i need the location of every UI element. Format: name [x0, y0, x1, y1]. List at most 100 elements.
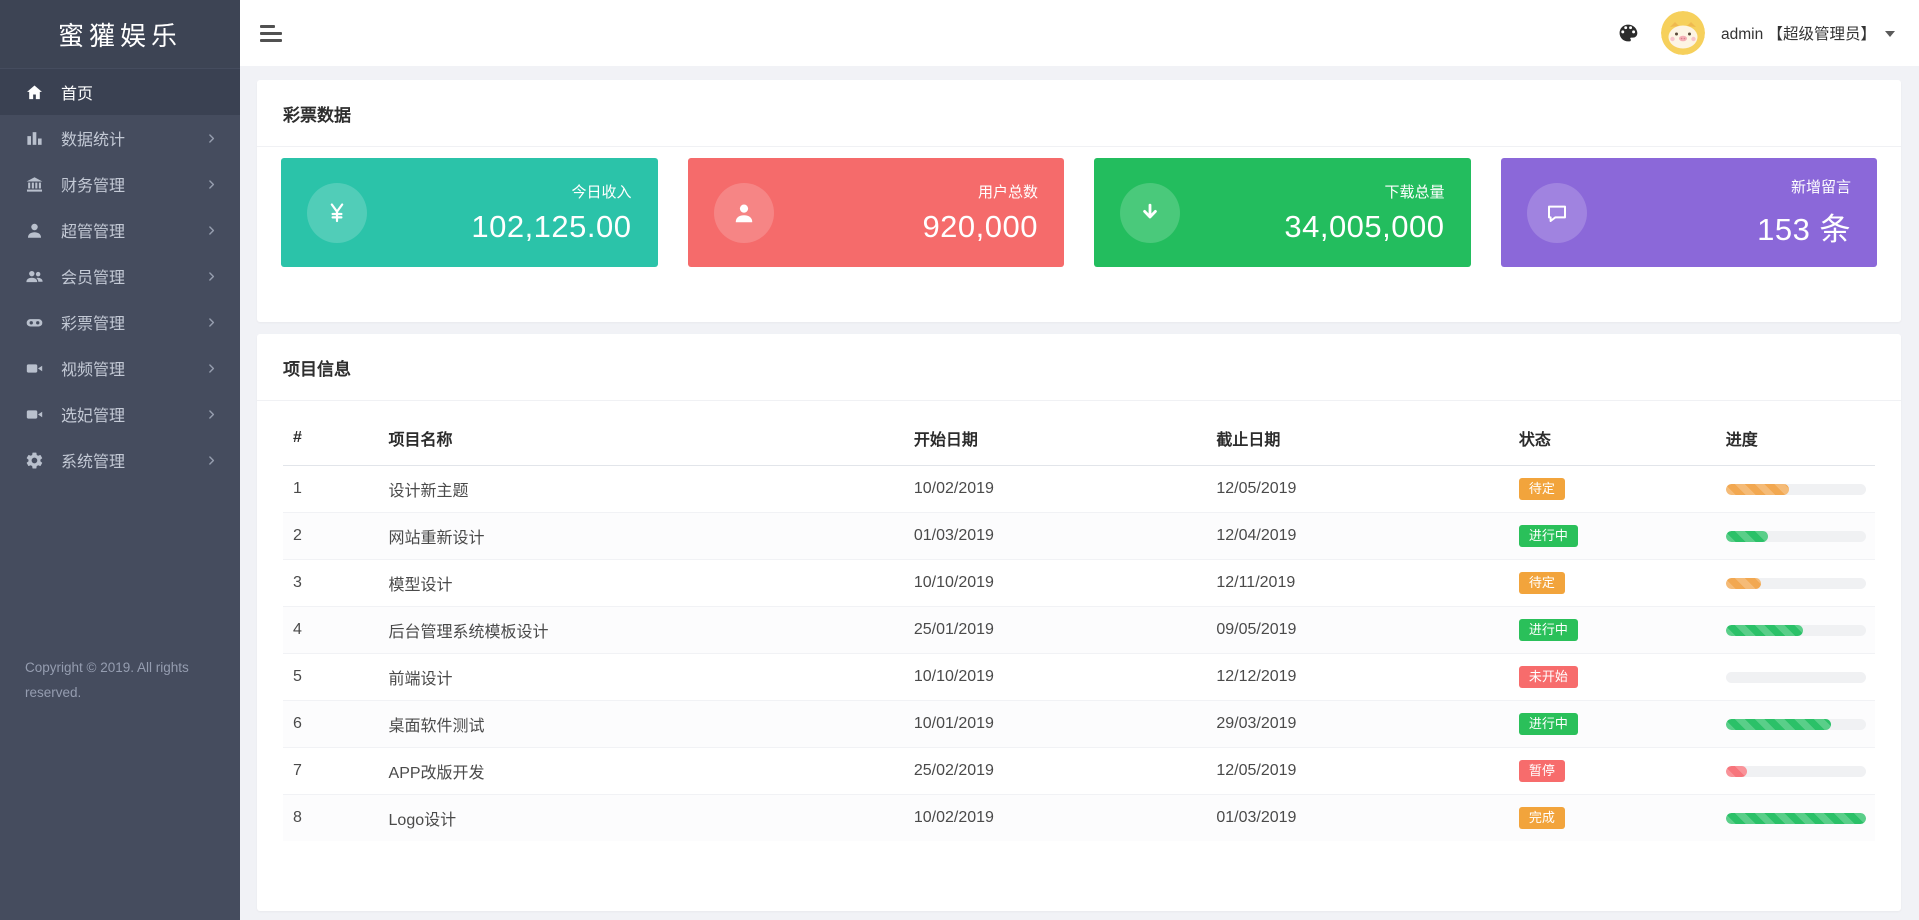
cell-num: 2	[283, 512, 379, 560]
stat-label: 用户总数	[977, 183, 1038, 201]
table-row[interactable]: 4 后台管理系统模板设计 25/01/2019 09/05/2019 进行中	[283, 606, 1875, 654]
table-row[interactable]: 8 Logo设计 10/02/2019 01/03/2019 完成	[283, 794, 1875, 841]
sidebar-item[interactable]: 选妃管理	[0, 391, 240, 437]
cell-start-date: 10/10/2019	[903, 653, 1207, 701]
cell-num: 7	[283, 747, 379, 795]
cell-start-date: 10/02/2019	[903, 794, 1207, 841]
stat-card: 新增留言 153 条	[1500, 158, 1877, 267]
table-row[interactable]: 3 模型设计 10/10/2019 12/11/2019 待定	[283, 559, 1875, 607]
cell-status: 进行中	[1508, 606, 1716, 654]
sidebar-item-label: 会员管理	[61, 270, 126, 287]
cell-project-name: Logo设计	[378, 794, 904, 841]
stat-card: 用户总数 920,000	[687, 158, 1064, 267]
cell-start-date: 01/03/2019	[903, 512, 1207, 560]
chevron-right-icon	[205, 178, 218, 191]
cell-status: 暂停	[1508, 747, 1716, 795]
cell-progress	[1715, 465, 1875, 513]
sidebar-item-label: 首页	[61, 86, 94, 103]
sidebar-item[interactable]: 首页	[0, 69, 240, 115]
stat-label: 今日收入	[571, 183, 632, 201]
stat-value: 153 条	[1757, 212, 1851, 247]
cell-project-name: 桌面软件测试	[378, 700, 904, 748]
user-avatar[interactable]	[1660, 11, 1705, 55]
sidebar-item[interactable]: 会员管理	[0, 253, 240, 299]
table-row[interactable]: 5 前端设计 10/10/2019 12/12/2019 未开始	[283, 653, 1875, 701]
sidebar-item[interactable]: 超管管理	[0, 207, 240, 253]
stat-label: 新增留言	[1790, 179, 1851, 196]
cell-num: 5	[283, 653, 379, 701]
status-badge: 暂停	[1518, 759, 1565, 783]
col-start-date: 开始日期	[903, 409, 1207, 466]
cell-progress	[1715, 794, 1875, 841]
cell-num: 3	[283, 559, 379, 607]
sidebar-item-label: 系统管理	[61, 454, 126, 471]
status-badge: 待定	[1518, 477, 1565, 501]
col-end-date: 截止日期	[1206, 409, 1509, 466]
status-badge: 完成	[1518, 806, 1565, 830]
progress-fill	[1725, 624, 1803, 636]
message-icon	[1526, 182, 1587, 243]
sidebar-item-label: 选妃管理	[61, 408, 126, 425]
cell-progress	[1715, 700, 1875, 748]
copyright-text: Copyright © 2019. All rights reserved.	[25, 660, 189, 700]
chevron-right-icon	[205, 454, 218, 467]
cell-num: 4	[283, 606, 379, 654]
cell-project-name: APP改版开发	[378, 747, 904, 795]
table-header-row: # 项目名称 开始日期 截止日期 状态 进度	[283, 409, 1875, 466]
cell-end-date: 01/03/2019	[1206, 794, 1509, 841]
cell-project-name: 前端设计	[378, 653, 904, 701]
progress-bar	[1725, 765, 1866, 777]
stat-value: 102,125.00	[471, 208, 632, 244]
sidebar-item[interactable]: 彩票管理	[0, 299, 240, 345]
cell-end-date: 09/05/2019	[1206, 606, 1509, 654]
stat-card: 下载总量 34,005,000	[1094, 158, 1471, 267]
chevron-right-icon	[205, 224, 218, 237]
video-icon	[24, 404, 44, 424]
bar-chart-icon	[24, 128, 44, 148]
cell-num: 8	[283, 794, 379, 841]
cell-start-date: 25/01/2019	[903, 606, 1207, 654]
cell-end-date: 29/03/2019	[1206, 700, 1509, 748]
stats-panel-title: 彩票数据	[257, 80, 1901, 147]
sidebar: 蜜獾娱乐 首页 数据统计 财务管理 超管管理 会员管理 彩票管理 视频管理 选妃…	[0, 0, 240, 920]
sidebar-item[interactable]: 视频管理	[0, 345, 240, 391]
cell-status: 待定	[1508, 465, 1716, 513]
yen-icon	[307, 182, 367, 243]
sidebar-item[interactable]: 数据统计	[0, 115, 240, 161]
sidebar-item[interactable]: 财务管理	[0, 161, 240, 207]
cell-start-date: 10/01/2019	[903, 700, 1207, 748]
theme-palette-icon[interactable]	[1617, 22, 1639, 44]
cell-end-date: 12/05/2019	[1206, 747, 1509, 795]
progress-bar	[1725, 483, 1866, 495]
chevron-right-icon	[205, 362, 218, 375]
cell-num: 6	[283, 700, 379, 748]
status-badge: 进行中	[1518, 618, 1578, 642]
sidebar-item-label: 视频管理	[61, 362, 126, 379]
chevron-right-icon	[205, 316, 218, 329]
hamburger-menu-icon[interactable]	[260, 24, 284, 42]
col-name: 项目名称	[378, 409, 904, 466]
table-row[interactable]: 2 网站重新设计 01/03/2019 12/04/2019 进行中	[283, 512, 1875, 560]
user-icon	[24, 220, 44, 240]
progress-fill	[1725, 530, 1768, 542]
stat-label: 下载总量	[1384, 183, 1445, 201]
cell-start-date: 10/10/2019	[903, 559, 1207, 607]
cell-project-name: 模型设计	[378, 559, 904, 607]
table-row[interactable]: 6 桌面软件测试 10/01/2019 29/03/2019 进行中	[283, 700, 1875, 748]
sidebar-item-label: 超管管理	[61, 224, 126, 241]
stat-cards: 今日收入 102,125.00 用户总数 920,000 下载总量 34,005…	[257, 147, 1901, 322]
cell-end-date: 12/12/2019	[1206, 653, 1509, 701]
table-row[interactable]: 1 设计新主题 10/02/2019 12/05/2019 待定	[283, 465, 1875, 513]
page-content: 彩票数据 今日收入 102,125.00 用户总数 920,000 下载总量 3…	[240, 66, 1919, 920]
progress-fill	[1725, 577, 1761, 589]
status-badge: 待定	[1518, 571, 1565, 595]
sidebar-item[interactable]: 系统管理	[0, 437, 240, 483]
user-dropdown[interactable]: admin 【超级管理员】	[1721, 22, 1895, 44]
progress-fill	[1725, 483, 1789, 495]
download-icon	[1120, 182, 1180, 243]
sidebar-item-label: 财务管理	[61, 178, 126, 195]
progress-fill	[1725, 718, 1831, 730]
cell-num: 1	[283, 465, 379, 513]
table-row[interactable]: 7 APP改版开发 25/02/2019 12/05/2019 暂停	[283, 747, 1875, 795]
cell-end-date: 12/05/2019	[1206, 465, 1509, 513]
